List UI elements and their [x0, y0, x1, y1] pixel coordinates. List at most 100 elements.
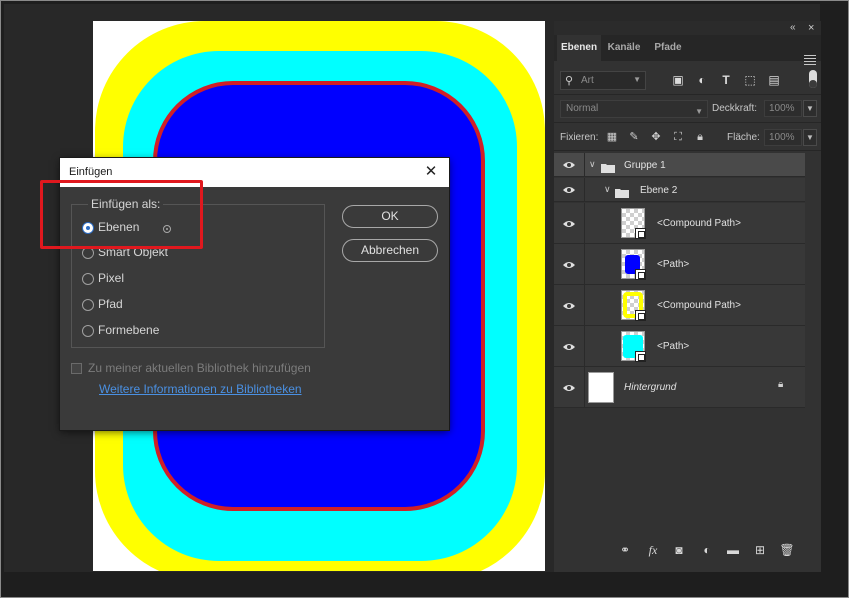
ok-button[interactable]: OK [342, 205, 438, 228]
radio-label-formebene[interactable]: Formebene [98, 323, 159, 337]
radio-formebene[interactable] [82, 325, 94, 337]
visibility-eye-icon[interactable] [562, 301, 576, 311]
filter-type-icon[interactable]: T [718, 72, 734, 88]
divider [584, 326, 585, 366]
layer-list: ∨ Gruppe 1 ∨ Ebene 2 <Compound Path> <Pa… [554, 152, 805, 422]
vector-mask-icon [635, 269, 646, 280]
visibility-eye-icon[interactable] [562, 260, 576, 270]
layer-name: Hintergrund [624, 382, 677, 393]
layer-row-path-1[interactable]: <Path> [554, 244, 805, 285]
panel-tabs: Ebenen Kanäle Pfade [554, 35, 821, 65]
divider [584, 244, 585, 284]
tab-ebenen[interactable]: Ebenen [557, 35, 601, 61]
radio-label-pixel[interactable]: Pixel [98, 271, 124, 285]
layer-row-hintergrund[interactable]: Hintergrund 🔒︎ [554, 367, 805, 408]
opacity-dropdown-icon[interactable]: ▼ [803, 100, 817, 117]
opacity-label: Deckkraft: [712, 103, 758, 114]
layers-panel: « × Ebenen Kanäle Pfade ⚲ Art ▼ ▣ ◐ T ⬚ … [554, 21, 821, 572]
lock-artboard-icon[interactable]: ⛶ [671, 130, 685, 144]
lock-position-icon[interactable]: ✥ [649, 130, 663, 144]
close-icon[interactable]: ✕ [422, 163, 440, 181]
panel-close-icon[interactable]: × [808, 22, 820, 34]
visibility-eye-icon[interactable] [562, 185, 576, 195]
layer-style-fx-icon[interactable]: fx [645, 542, 661, 558]
layer-name: <Compound Path> [657, 218, 741, 229]
lock-all-icon[interactable]: 🔒︎ [693, 130, 707, 144]
dialog-title: Einfügen [69, 166, 113, 178]
collapse-panel-icon[interactable]: « [790, 22, 802, 34]
layer-name: <Compound Path> [657, 300, 741, 311]
filter-shape-icon[interactable]: ⬚ [742, 72, 758, 88]
folder-icon [601, 160, 615, 173]
chevron-down-icon: ▼ [633, 75, 641, 84]
panel-menu-icon[interactable] [804, 55, 816, 67]
layer-row-compound-path-2[interactable]: <Compound Path> [554, 285, 805, 326]
divider [584, 285, 585, 325]
fill-label: Fläche: [727, 132, 760, 143]
chevron-down-icon: ▼ [695, 107, 703, 116]
delete-layer-icon[interactable]: 🗑︎ [779, 542, 795, 558]
vector-mask-icon [635, 228, 646, 239]
layer-filter-select[interactable]: ⚲ Art ▼ [560, 71, 646, 90]
radio-pfad[interactable] [82, 299, 94, 311]
new-layer-icon[interactable]: ⊞ [752, 542, 768, 558]
layer-name: Gruppe 1 [624, 160, 666, 171]
layers-bottom-toolbar: ⚭ fx ◙ ◐ ▬ ⊞ 🗑︎ [554, 536, 821, 564]
fill-field[interactable]: 100% [764, 129, 802, 146]
divider [554, 150, 821, 151]
vector-mask-icon [635, 351, 646, 362]
annotation-highlight-box [40, 180, 203, 249]
layer-thumbnail [621, 331, 646, 362]
radio-label-pfad[interactable]: Pfad [98, 297, 123, 311]
vector-mask-icon [635, 310, 646, 321]
visibility-eye-icon[interactable] [562, 383, 576, 393]
filter-pixel-icon[interactable]: ▣ [670, 72, 686, 88]
divider [584, 153, 585, 176]
lock-label: Fixieren: [560, 132, 599, 143]
filter-adjustment-icon[interactable]: ◐ [694, 72, 710, 88]
chevron-down-icon[interactable]: ∨ [604, 184, 611, 195]
layer-thumbnail [588, 372, 614, 403]
divider [584, 367, 585, 407]
library-checkbox[interactable] [71, 363, 82, 374]
divider [554, 122, 821, 123]
tab-pfade[interactable]: Pfade [646, 35, 690, 61]
blend-mode-value: Normal [566, 103, 599, 114]
blend-mode-select[interactable]: Normal ▼ [560, 100, 708, 118]
folder-icon [615, 185, 629, 198]
library-info-link[interactable]: Weitere Informationen zu Bibliotheken [99, 382, 302, 396]
add-mask-icon[interactable]: ◙ [671, 542, 687, 558]
layer-row-path-2[interactable]: <Path> [554, 326, 805, 367]
layer-row-compound-path-1[interactable]: <Compound Path> [554, 203, 805, 244]
divider [584, 203, 585, 243]
layer-row-ebene-2[interactable]: ∨ Ebene 2 [554, 178, 805, 202]
layer-thumbnail [621, 290, 646, 321]
divider [554, 94, 821, 95]
cancel-button[interactable]: Abbrechen [342, 239, 438, 262]
layer-thumbnail [621, 249, 646, 280]
layer-name: <Path> [657, 341, 690, 352]
lock-brush-icon[interactable]: ✎ [627, 130, 641, 144]
radio-pixel[interactable] [82, 273, 94, 285]
divider [584, 178, 585, 201]
layer-name: Ebene 2 [640, 185, 678, 196]
adjustment-layer-icon[interactable]: ◐ [699, 542, 715, 558]
opacity-field[interactable]: 100% [764, 100, 802, 117]
chevron-down-icon[interactable]: ∨ [589, 159, 596, 170]
layer-thumbnail [621, 208, 646, 239]
filter-toggle[interactable] [809, 70, 817, 88]
tab-kanaele[interactable]: Kanäle [604, 35, 644, 61]
visibility-eye-icon[interactable] [562, 342, 576, 352]
panel-title-bar: « × [554, 21, 821, 35]
lock-icon[interactable]: 🔒︎ [778, 379, 789, 390]
lock-transparent-icon[interactable]: ▦ [605, 130, 619, 144]
layer-row-gruppe-1[interactable]: ∨ Gruppe 1 [554, 153, 805, 177]
link-layers-icon[interactable]: ⚭ [617, 542, 633, 558]
filter-smartobject-icon[interactable]: ▤ [766, 72, 782, 88]
library-checkbox-label: Zu meiner aktuellen Bibliothek hinzufüge… [88, 361, 311, 375]
app-window: « × Ebenen Kanäle Pfade ⚲ Art ▼ ▣ ◐ T ⬚ … [0, 0, 849, 598]
fill-dropdown-icon[interactable]: ▼ [803, 129, 817, 146]
visibility-eye-icon[interactable] [562, 160, 576, 170]
new-group-icon[interactable]: ▬ [725, 542, 741, 558]
visibility-eye-icon[interactable] [562, 219, 576, 229]
